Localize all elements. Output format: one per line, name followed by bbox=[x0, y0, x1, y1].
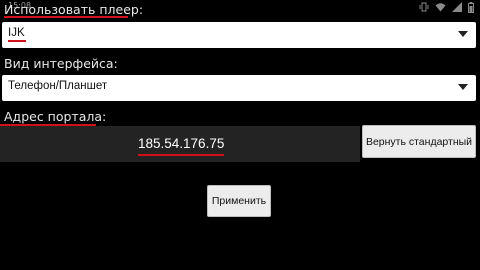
reset-default-button[interactable]: Вернуть стандартный bbox=[362, 125, 476, 158]
interface-dropdown[interactable]: Телефон/Планшет bbox=[2, 75, 476, 101]
signal-icon bbox=[452, 2, 462, 12]
player-value-underline bbox=[8, 40, 26, 42]
apply-button[interactable]: Применить bbox=[207, 185, 271, 217]
chevron-down-icon bbox=[458, 31, 468, 37]
portal-address-field[interactable]: 185.54.176.75 bbox=[0, 126, 360, 162]
wifi-icon bbox=[435, 2, 446, 12]
portal-label: Адрес портала: bbox=[4, 109, 107, 124]
status-icons bbox=[419, 1, 474, 13]
interface-label: Вид интерфейса: bbox=[4, 56, 118, 71]
portal-address-value: 185.54.176.75 bbox=[138, 136, 225, 151]
player-label-underline bbox=[4, 16, 128, 18]
player-dropdown[interactable]: IJK bbox=[2, 22, 476, 48]
player-label: Использовать плеер: bbox=[4, 2, 144, 17]
battery-icon bbox=[468, 1, 474, 13]
portal-address-underline bbox=[138, 154, 224, 156]
chevron-down-icon bbox=[458, 84, 468, 90]
interface-dropdown-value: Телефон/Планшет bbox=[8, 80, 108, 92]
player-dropdown-value: IJK bbox=[8, 27, 25, 39]
vibrate-icon bbox=[419, 2, 429, 12]
